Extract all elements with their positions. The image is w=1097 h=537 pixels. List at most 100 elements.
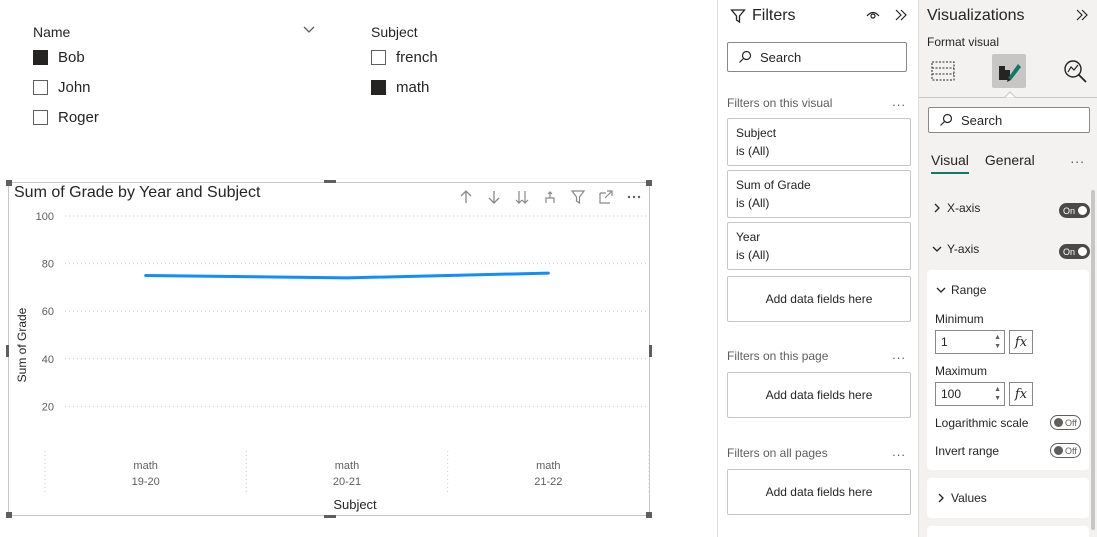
filters-search-input[interactable]: Search bbox=[727, 42, 907, 72]
filters-pane-title: Filters bbox=[752, 7, 796, 24]
logarithmic-scale-label: Logarithmic scale bbox=[935, 416, 1029, 430]
spinner-icon[interactable]: ▲ ▼ bbox=[994, 385, 1001, 403]
more-options-icon[interactable]: ... bbox=[892, 94, 906, 109]
name-slicer-item[interactable]: Roger bbox=[33, 102, 99, 132]
name-slicer: Name Bob John Roger bbox=[33, 22, 99, 132]
subject-slicer-item-label: french bbox=[396, 48, 438, 66]
more-options-icon[interactable]: ... bbox=[892, 444, 906, 459]
values-label: Values bbox=[951, 491, 987, 505]
minimum-input[interactable]: 1 ▲ ▼ bbox=[935, 330, 1005, 354]
format-visual-icon[interactable] bbox=[992, 54, 1026, 88]
invert-toggle-label: Off bbox=[1065, 445, 1077, 456]
x-tick-label-subject: math bbox=[536, 460, 560, 472]
invert-range-toggle[interactable]: Off bbox=[1050, 443, 1081, 458]
report-canvas: Name Bob John Roger Subject french math Sum… bbox=[0, 0, 717, 537]
y-tick-label: 80 bbox=[42, 259, 54, 271]
eye-icon[interactable] bbox=[866, 9, 880, 21]
y-tick-label: 20 bbox=[42, 401, 54, 413]
minimum-fx-button[interactable]: fx bbox=[1009, 330, 1033, 354]
format-icon-bar bbox=[919, 52, 1097, 98]
yaxis-label: Y-axis bbox=[947, 242, 980, 256]
subject-slicer-item[interactable]: french bbox=[371, 42, 438, 72]
chevron-right-icon bbox=[934, 203, 940, 213]
filter-card-field: Sum of Grade bbox=[736, 178, 811, 192]
tab-general[interactable]: General bbox=[985, 152, 1035, 174]
chevron-right-icon bbox=[938, 493, 944, 503]
chevron-down-icon bbox=[932, 246, 942, 252]
x-tick-label-year: 21-22 bbox=[534, 476, 562, 488]
y-tick-label: 60 bbox=[42, 306, 54, 318]
xaxis-label: X-axis bbox=[947, 201, 981, 215]
search-icon bbox=[739, 50, 752, 63]
yaxis-toggle[interactable]: On bbox=[1059, 244, 1090, 259]
range-section-toggle[interactable]: Range bbox=[935, 283, 986, 297]
invert-range-label: Invert range bbox=[935, 444, 1000, 458]
checkbox[interactable] bbox=[33, 79, 48, 95]
name-slicer-item[interactable]: John bbox=[33, 72, 99, 102]
minimum-label: Minimum bbox=[935, 312, 984, 326]
maximum-fx-button[interactable]: fx bbox=[1009, 382, 1033, 406]
filter-card[interactable]: Year is (All) bbox=[727, 222, 911, 270]
range-card: Range Minimum 1 ▲ ▼ fx Maximum 100 ▲ ▼ fx … bbox=[927, 270, 1089, 470]
spinner-icon[interactable]: ▲ ▼ bbox=[994, 333, 1001, 351]
name-slicer-item-label: Bob bbox=[58, 48, 85, 66]
checkbox-checked[interactable] bbox=[33, 49, 48, 65]
filters-on-visual-label: Filters on this visual bbox=[727, 96, 833, 110]
filters-on-page-label: Filters on this page bbox=[727, 349, 829, 363]
add-data-fields-visual[interactable]: Add data fields here bbox=[727, 276, 911, 322]
subject-slicer-item[interactable]: math bbox=[371, 72, 438, 102]
checkbox[interactable] bbox=[371, 49, 386, 65]
next-card bbox=[927, 526, 1089, 537]
checkbox[interactable] bbox=[33, 109, 48, 125]
y-axis-label: Sum of Grade bbox=[15, 307, 29, 382]
xaxis-toggle-label: On bbox=[1063, 205, 1076, 216]
add-data-fields-all-pages[interactable]: Add data fields here bbox=[727, 469, 911, 515]
scrollbar[interactable] bbox=[1091, 190, 1095, 530]
x-tick-label-year: 20-21 bbox=[333, 476, 361, 488]
yaxis-section-toggle[interactable]: Y-axis bbox=[931, 242, 979, 256]
filter-card[interactable]: Subject is (All) bbox=[727, 118, 911, 166]
more-options-icon[interactable]: ... bbox=[892, 347, 906, 362]
filter-icon bbox=[730, 9, 746, 24]
subject-slicer-item-label: math bbox=[396, 78, 430, 96]
filter-card-field: Year bbox=[736, 230, 761, 244]
filters-search-placeholder: Search bbox=[760, 49, 802, 65]
values-section-toggle[interactable]: Values bbox=[935, 491, 987, 505]
x-tick-label-subject: math bbox=[133, 460, 157, 472]
tab-visual[interactable]: Visual bbox=[931, 152, 969, 174]
analytics-icon[interactable] bbox=[1058, 54, 1092, 88]
xaxis-toggle[interactable]: On bbox=[1059, 203, 1090, 218]
maximum-label: Maximum bbox=[935, 364, 988, 378]
subject-slicer: Subject french math bbox=[371, 22, 438, 102]
format-search-input[interactable]: Search bbox=[928, 107, 1090, 133]
build-visual-icon[interactable] bbox=[926, 54, 960, 88]
filter-card[interactable]: Sum of Grade is (All) bbox=[727, 170, 911, 218]
filters-pane-header: Filters bbox=[730, 7, 796, 25]
add-data-fields-page[interactable]: Add data fields here bbox=[727, 372, 911, 418]
minimum-value: 1 bbox=[941, 335, 948, 349]
line-chart-visual[interactable]: Sum of Grade by Year and Subject 20 40 6… bbox=[6, 180, 652, 518]
format-search-placeholder: Search bbox=[961, 112, 1003, 128]
x-axis-label: Subject bbox=[333, 497, 377, 512]
more-options-icon[interactable]: ... bbox=[1070, 150, 1085, 166]
filters-on-all-pages-label: Filters on all pages bbox=[727, 446, 828, 460]
logarithmic-scale-toggle[interactable]: Off bbox=[1050, 415, 1081, 430]
maximum-input[interactable]: 100 ▲ ▼ bbox=[935, 382, 1005, 406]
checkbox-checked[interactable] bbox=[371, 79, 386, 95]
subject-slicer-title: Subject bbox=[371, 24, 418, 40]
active-indicator bbox=[1004, 91, 1016, 98]
collapse-pane-icon[interactable] bbox=[1075, 8, 1089, 22]
x-tick-label-year: 19-20 bbox=[132, 476, 160, 488]
xaxis-section-toggle[interactable]: X-axis bbox=[931, 201, 980, 215]
visualizations-pane-title: Visualizations bbox=[927, 7, 1025, 24]
chevron-down-icon[interactable] bbox=[300, 23, 318, 37]
filters-pane: Filters Search Filters on this visual ..… bbox=[717, 0, 919, 537]
name-slicer-item[interactable]: Bob bbox=[33, 42, 99, 72]
collapse-pane-icon[interactable] bbox=[894, 8, 908, 22]
y-tick-label: 100 bbox=[36, 211, 54, 223]
log-toggle-label: Off bbox=[1065, 417, 1077, 428]
x-tick-label-subject: math bbox=[335, 460, 359, 472]
yaxis-toggle-label: On bbox=[1063, 246, 1076, 257]
visualizations-pane: Visualizations Format visual Search Visu… bbox=[919, 0, 1097, 537]
format-visual-label: Format visual bbox=[927, 35, 1000, 49]
